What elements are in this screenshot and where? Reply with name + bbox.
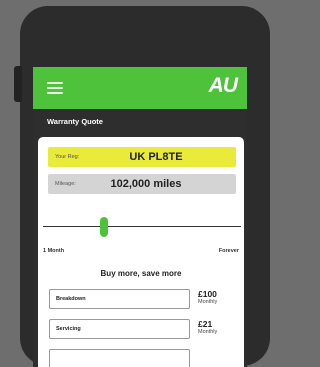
price-period: Monthly <box>198 329 218 335</box>
price-period: Monthly <box>198 299 218 305</box>
option-next-button[interactable] <box>49 349 190 367</box>
option-price: £21 Monthly <box>198 319 240 335</box>
registration-field: Your Reg: UK PL8TE <box>48 147 236 167</box>
hamburger-menu-icon[interactable] <box>47 82 63 94</box>
slider-thumb[interactable] <box>100 217 108 237</box>
mileage-value: 102,000 miles <box>110 178 182 190</box>
option-breakdown-button[interactable]: Breakdown <box>49 289 190 309</box>
app-bar: AU <box>33 67 247 109</box>
price-amount: £100 <box>198 289 217 299</box>
duration-slider[interactable] <box>43 217 241 237</box>
registration-value: UK PL8TE <box>129 151 183 163</box>
mileage-field: Mileage: 102,000 miles <box>48 174 236 194</box>
promo-heading: Buy more, save more <box>100 269 182 278</box>
slider-min-label: 1 Month <box>43 248 65 254</box>
slider-track[interactable] <box>43 226 241 227</box>
price-amount: £21 <box>198 319 213 329</box>
option-servicing-button[interactable]: Servicing <box>49 319 190 339</box>
option-price: £100 Monthly <box>198 289 240 305</box>
page-title: Warranty Quote <box>47 117 103 126</box>
option-label: Servicing <box>56 326 81 332</box>
brand-logo: AU <box>208 74 238 97</box>
slider-max-label: Forever <box>218 248 239 254</box>
quote-card: Your Reg: UK PL8TE Mileage: 102,000 mile… <box>38 137 244 367</box>
app-screen: AU Warranty Quote Your Reg: UK PL8TE Mil… <box>33 67 247 367</box>
option-label: Breakdown <box>56 296 86 302</box>
phone-side-button <box>14 66 22 102</box>
